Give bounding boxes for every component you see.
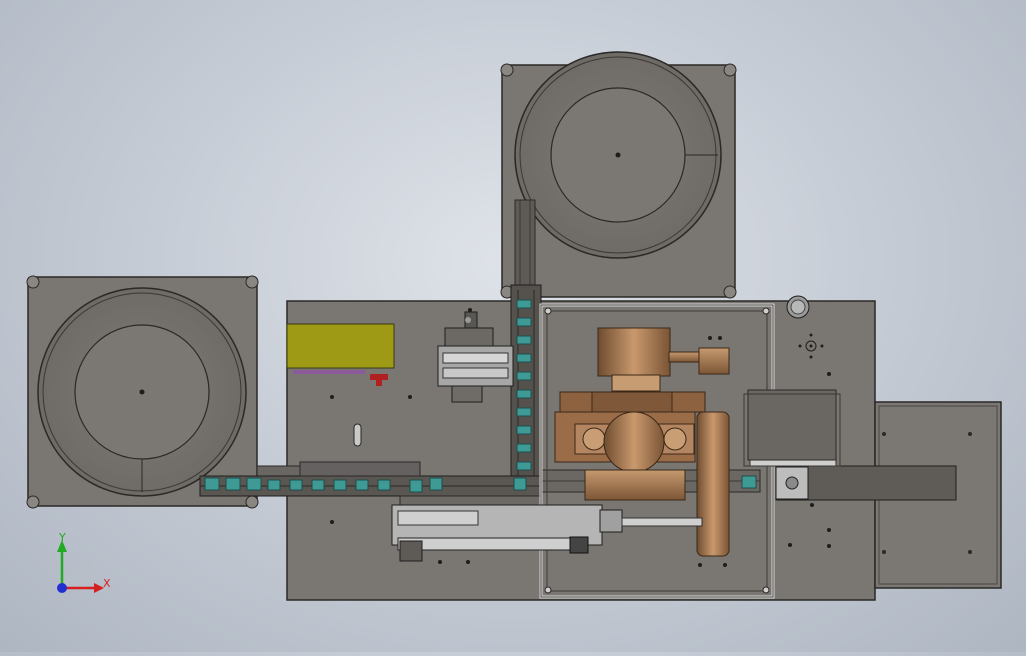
z-axis-dot [57,583,67,593]
cad-viewport[interactable]: Y X [0,0,1026,652]
top-vibratory-bowl[interactable] [500,51,737,299]
left-vibratory-bowl[interactable] [26,275,259,509]
assembly-drawing[interactable] [0,0,1026,652]
triad-y-label: Y [59,531,66,544]
right-housing[interactable] [743,389,841,467]
coordinate-triad [57,540,104,593]
slot-mark [353,423,362,447]
triad-x-label: X [103,577,111,590]
